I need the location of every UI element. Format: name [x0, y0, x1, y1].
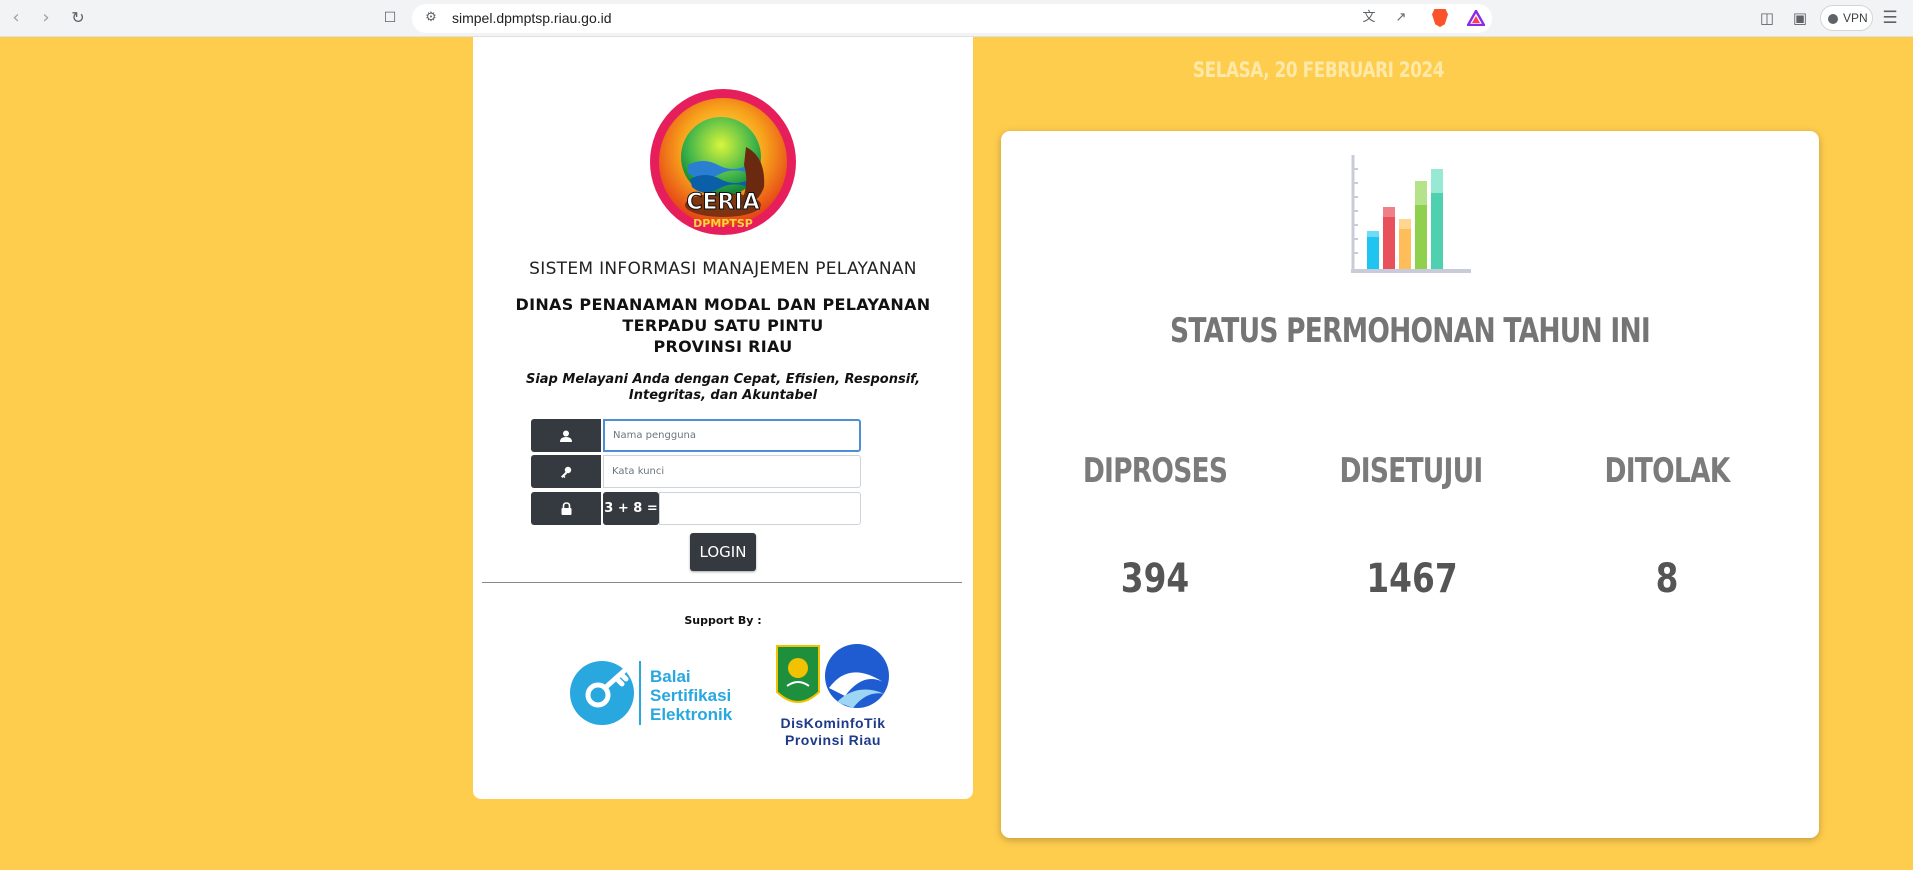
- user-icon: [531, 419, 601, 452]
- stat-label-disetujui: DISETUJUI: [1339, 451, 1484, 491]
- username-row: [531, 419, 861, 452]
- login-card: CERIA DPMPTSP SISTEM INFORMASI MANAJEMEN…: [473, 37, 973, 799]
- current-date: SELASA, 20 FEBRUARI 2024: [1192, 58, 1445, 82]
- wallet-icon[interactable]: ▣: [1790, 8, 1810, 28]
- riau-emblem-icon: [776, 644, 889, 708]
- login-button[interactable]: LOGIN: [690, 533, 756, 571]
- captcha-input[interactable]: [659, 492, 861, 525]
- office-name-line3: PROVINSI RIAU: [653, 337, 793, 356]
- brave-shields-icon[interactable]: [1432, 9, 1448, 27]
- bse-key-icon: [570, 661, 641, 725]
- menu-icon[interactable]: ☰: [1880, 8, 1900, 28]
- forward-icon[interactable]: ›: [34, 6, 58, 30]
- diskominfotik-text: DisKominfoTik Provinsi Riau: [773, 715, 893, 749]
- office-name-line1: DINAS PENANAMAN MODAL DAN PELAYANAN: [515, 295, 931, 314]
- captcha-row: 3 + 8 =: [531, 492, 861, 525]
- bookmark-icon[interactable]: ☐: [378, 6, 402, 30]
- bse-line1: Balai: [650, 667, 691, 686]
- stat-label-ditolak: DITOLAK: [1604, 451, 1730, 491]
- bse-text: Balai Sertifikasi Elektronik: [650, 667, 732, 724]
- bse-logo: Balai Sertifikasi Elektronik: [568, 659, 748, 729]
- svg-text:DPMPTSP: DPMPTSP: [693, 217, 753, 230]
- bar-chart-icon: [1351, 155, 1471, 273]
- vpn-button[interactable]: VPN: [1820, 5, 1873, 31]
- status-card: STATUS PERMOHONAN TAHUN INI DIPROSES DIS…: [1001, 131, 1819, 838]
- diskominfotik-line1: DisKominfoTik: [780, 715, 886, 731]
- vpn-icon: [1828, 14, 1838, 24]
- divider: [482, 582, 962, 583]
- username-input[interactable]: [603, 419, 861, 452]
- stat-value-diproses: 394: [1120, 556, 1190, 602]
- stat-value-disetujui: 1467: [1366, 556, 1458, 602]
- diskominfotik-logo: DisKominfoTik Provinsi Riau: [773, 642, 893, 752]
- browser-toolbar: ‹ › ↻ ☐ ⚙ simpel.dpmptsp.riau.go.id 文 ↗ …: [0, 0, 1913, 37]
- password-row: [531, 455, 861, 488]
- stat-value-ditolak: 8: [1655, 556, 1679, 602]
- back-icon[interactable]: ‹: [4, 6, 28, 30]
- lock-icon: [531, 492, 601, 525]
- svg-text:CERIA: CERIA: [686, 190, 759, 215]
- share-icon[interactable]: ↗: [1392, 9, 1410, 27]
- site-settings-icon[interactable]: ⚙: [422, 9, 440, 27]
- password-input[interactable]: [603, 455, 861, 488]
- address-bar[interactable]: ⚙ simpel.dpmptsp.riau.go.id 文 ↗: [412, 4, 1492, 33]
- bse-line3: Elektronik: [650, 705, 733, 724]
- tagline: Siap Melayani Anda dengan Cepat, Efisien…: [525, 372, 921, 403]
- office-name: DINAS PENANAMAN MODAL DAN PELAYANAN TERP…: [473, 294, 973, 357]
- sidebar-icon[interactable]: ◫: [1757, 8, 1777, 28]
- ceria-logo: CERIA DPMPTSP: [650, 89, 796, 235]
- vpn-label: VPN: [1843, 11, 1868, 25]
- bse-line2: Sertifikasi: [650, 686, 732, 705]
- office-name-line2: TERPADU SATU PINTU: [622, 316, 824, 335]
- app-title: SISTEM INFORMASI MANAJEMEN PELAYANAN: [529, 259, 917, 279]
- key-icon: [531, 455, 601, 488]
- translate-icon[interactable]: 文: [1360, 9, 1378, 27]
- captcha-question: 3 + 8 =: [603, 492, 659, 525]
- stats-title: STATUS PERMOHONAN TAHUN INI: [1170, 311, 1651, 351]
- reload-icon[interactable]: ↻: [66, 6, 90, 30]
- url-text[interactable]: simpel.dpmptsp.riau.go.id: [452, 10, 612, 26]
- diskominfotik-line2: Provinsi Riau: [785, 732, 881, 748]
- support-label: Support By :: [684, 614, 762, 627]
- stat-label-diproses: DIPROSES: [1082, 451, 1228, 491]
- brave-rewards-icon[interactable]: [1467, 10, 1485, 26]
